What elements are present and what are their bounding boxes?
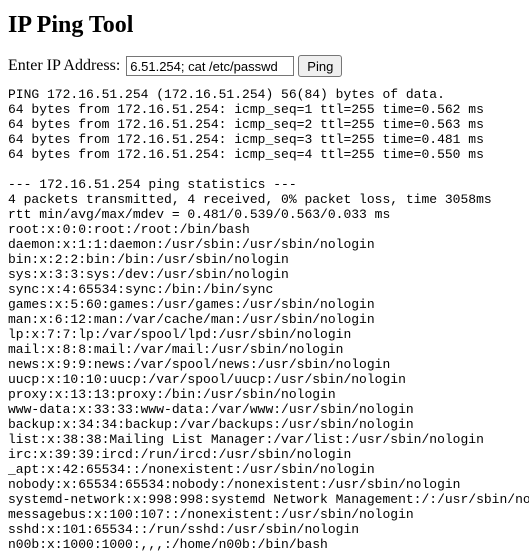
page-title: IP Ping Tool xyxy=(8,12,521,39)
ip-input[interactable] xyxy=(126,56,294,76)
ip-label: Enter IP Address: xyxy=(8,57,120,75)
ip-form: Enter IP Address: Ping xyxy=(8,55,521,77)
command-output: PING 172.16.51.254 (172.16.51.254) 56(84… xyxy=(8,87,521,552)
ping-button[interactable]: Ping xyxy=(298,55,342,77)
